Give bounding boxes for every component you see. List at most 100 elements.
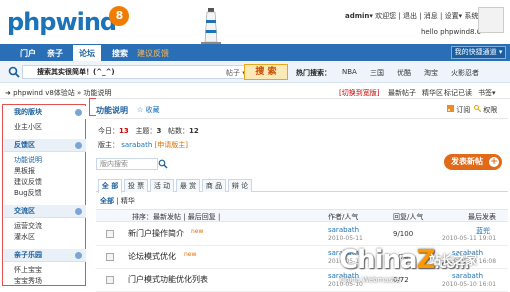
- last-post-date: 2010-05-11 19:01: [442, 235, 497, 242]
- forum-title: 功能说明: [96, 106, 128, 115]
- messages-link[interactable]: 消息: [424, 12, 438, 20]
- collapse-icon[interactable]: [75, 208, 82, 215]
- sidebar-head-my-forums[interactable]: 我的版块: [4, 106, 86, 119]
- forum-sidebar: 我的版块 业主小区 反馈区 功能说明 黑板报 建议反馈 Bug反馈 交流区 运营…: [2, 104, 86, 286]
- thread-subject[interactable]: 门户模式功能优化列表: [128, 274, 208, 285]
- search-type-select[interactable]: 帖子 ▾: [226, 68, 246, 78]
- breadcrumb-bar: ➜ phpwind v8体验站 » 功能说明 [切换到宽版] 最新帖子 精华区 …: [0, 84, 510, 99]
- sidebar-item-bug[interactable]: Bug反馈: [4, 188, 86, 199]
- watermark-cn: 站长之家: [429, 253, 478, 267]
- forum-search-input[interactable]: 版内搜索: [96, 158, 158, 170]
- col-replies: 回复/人气: [393, 213, 424, 221]
- breadcrumb-path[interactable]: phpwind v8体验站 » 功能说明: [13, 89, 111, 97]
- search-bar: 搜索其实很简单！(^_^) 帖子 ▾ 搜 索 热门搜索： NBA 三国 优酷 淘…: [0, 61, 510, 83]
- switch-wide-link[interactable]: [切换到宽版]: [339, 88, 379, 98]
- collapse-icon[interactable]: [75, 252, 82, 259]
- nav-portal[interactable]: 门户: [20, 48, 36, 59]
- today-count: 13: [119, 127, 129, 135]
- sidebar-head-label: 我的版块: [14, 108, 42, 116]
- tab-debate[interactable]: 辩 论: [228, 179, 252, 192]
- col-author: 作者/人气: [328, 213, 359, 221]
- search-button[interactable]: 搜 索: [244, 64, 288, 80]
- thread-checkbox[interactable]: [106, 276, 114, 284]
- sidebar-item-community[interactable]: 业主小区: [4, 122, 86, 133]
- thread-subject[interactable]: 论坛模式优化: [128, 251, 176, 262]
- quick-channel-button[interactable]: 我的快捷通道 ▾: [451, 46, 506, 59]
- latest-posts-link[interactable]: 最新帖子: [388, 88, 416, 98]
- thread-table-header: 排序：最新发帖 | 最后回复 | 作者/人气 回复/人气 最后发表: [96, 209, 508, 222]
- moderator-link[interactable]: sarabath: [121, 141, 152, 149]
- tab-goods[interactable]: 商 品: [202, 179, 226, 192]
- user-name-link[interactable]: admin: [345, 12, 369, 20]
- nav-feedback[interactable]: 建议反馈: [137, 48, 169, 59]
- settings-link[interactable]: 设置▾: [445, 12, 463, 20]
- hot-word[interactable]: 优酷: [397, 68, 411, 78]
- sidebar-toggle-handle[interactable]: [89, 98, 96, 116]
- forum-stats: 今日：13 主题：3 帖数：12: [98, 126, 199, 136]
- sidebar-head-label: 交流区: [14, 207, 35, 215]
- hot-word[interactable]: 火影忍者: [451, 68, 479, 78]
- collapse-icon[interactable]: [75, 142, 82, 149]
- hot-word[interactable]: 三国: [370, 68, 384, 78]
- sidebar-item-features[interactable]: 功能说明: [4, 155, 86, 166]
- filter-all[interactable]: 全部: [100, 197, 114, 205]
- hot-search-label: 热门搜索：: [296, 69, 331, 77]
- thread-checkbox[interactable]: [106, 230, 114, 238]
- phpwind-logo[interactable]: phpwind 8: [7, 6, 129, 36]
- new-badge: new: [184, 251, 197, 258]
- hot-word[interactable]: NBA: [342, 68, 357, 76]
- tab-reward[interactable]: 悬 赏: [176, 179, 200, 192]
- sidebar-item-board[interactable]: 黑板报: [4, 166, 86, 177]
- logo-text: phpwind: [7, 8, 117, 36]
- search-icon[interactable]: [158, 159, 168, 169]
- thread-subject[interactable]: 新门户操作简介: [128, 228, 184, 239]
- table-row[interactable]: 新门户操作简介 new sarabath 2010-05-11 9/100 蓝兜…: [96, 224, 508, 246]
- nav-forum[interactable]: 论坛: [72, 44, 102, 61]
- sidebar-head-exchange[interactable]: 交流区: [4, 205, 86, 218]
- breadcrumb[interactable]: ➜ phpwind v8体验站 » 功能说明: [5, 88, 112, 98]
- welcome-text: 欢迎您: [375, 12, 397, 20]
- topics-label: 主题：: [135, 127, 157, 135]
- digest-link[interactable]: 精华区: [422, 88, 443, 98]
- sidebar-item-ops[interactable]: 运营交流: [4, 221, 86, 232]
- apply-moderator-link[interactable]: [申请版主]: [155, 141, 188, 149]
- sidebar-head-feedback[interactable]: 反馈区: [4, 139, 86, 152]
- avatar[interactable]: [478, 7, 504, 33]
- thread-author[interactable]: sarabath: [328, 226, 359, 234]
- sort-options[interactable]: 排序：最新发帖 | 最后回复 |: [132, 212, 220, 222]
- user-caret[interactable]: ▾: [369, 12, 373, 20]
- posts-label: 帖数：: [168, 127, 189, 135]
- logout-link[interactable]: 退出: [403, 12, 417, 20]
- tab-all[interactable]: 全 部: [98, 179, 122, 193]
- tab-vote[interactable]: 投 票: [124, 179, 148, 192]
- search-input[interactable]: 搜索其实很简单！(^_^): [22, 65, 247, 79]
- posts-count: 12: [189, 127, 199, 135]
- thread-checkbox[interactable]: [106, 253, 114, 261]
- watermark-sub: China Webmaster: [340, 276, 403, 284]
- expand-icon[interactable]: [75, 109, 82, 116]
- sidebar-head-parenting[interactable]: 亲子乐园: [4, 249, 86, 262]
- new-badge: new: [191, 228, 204, 235]
- hot-word[interactable]: 淘宝: [424, 68, 438, 78]
- watermark: ChinaZ.com 站长之家 China Webmaster: [336, 245, 510, 286]
- nav-search[interactable]: 搜索: [112, 48, 128, 59]
- header: phpwind 8 admin▾ 欢迎您 | 退出 | 消息 | 设置▾ 系统设…: [0, 0, 510, 45]
- tab-activity[interactable]: 活 动: [150, 179, 174, 192]
- nav-parenting[interactable]: 亲子: [47, 48, 63, 59]
- thread-type-tabs: 全 部 投 票 活 动 悬 赏 商 品 辩 论: [96, 179, 508, 193]
- sidebar-item-baby[interactable]: 宝宝秀场: [4, 276, 86, 287]
- favorite-link[interactable]: ☆ 收藏: [137, 105, 160, 115]
- sidebar-item-suggest[interactable]: 建议反馈: [4, 177, 86, 188]
- watermark-logo-a: China: [339, 245, 418, 275]
- permission-link[interactable]: 权限: [474, 105, 497, 115]
- sidebar-item-pregnant[interactable]: 怀上宝宝: [4, 265, 86, 276]
- new-post-button[interactable]: 发表新帖 +: [444, 154, 502, 170]
- today-label: 今日：: [98, 127, 119, 135]
- bookmarks-link[interactable]: 书签▾: [478, 88, 496, 98]
- sidebar-head-label: 亲子乐园: [14, 251, 42, 259]
- filter-digest[interactable]: 精华: [121, 197, 135, 205]
- sidebar-item-water[interactable]: 灌水区: [4, 232, 86, 243]
- mark-read-link[interactable]: 标记已读: [444, 88, 472, 98]
- rss-link[interactable]: 订阅: [447, 105, 470, 115]
- rss-icon: [447, 105, 454, 112]
